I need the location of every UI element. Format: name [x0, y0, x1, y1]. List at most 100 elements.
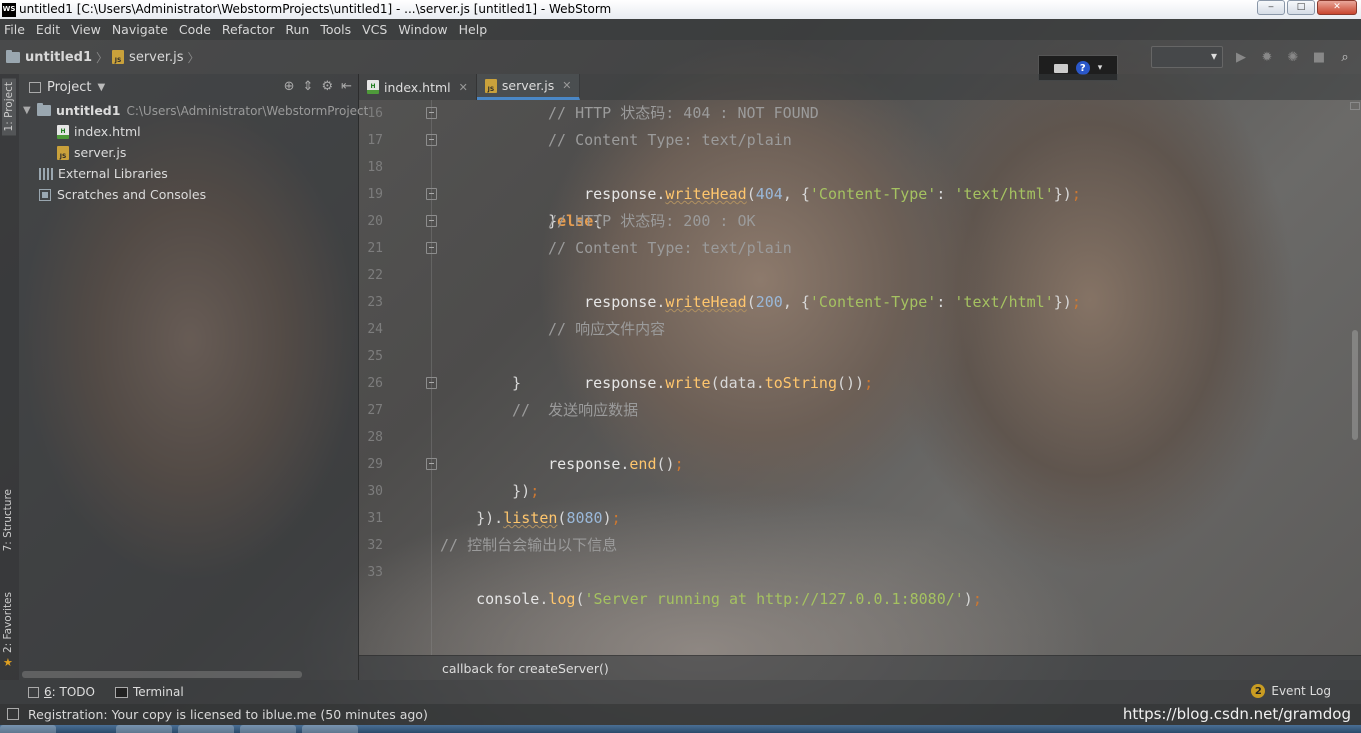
code-line-33: console.log('Server running at http://12…	[440, 559, 982, 608]
collapse-all-icon[interactable]: ⇕	[303, 79, 314, 94]
line-number: 32	[367, 538, 383, 553]
tab-favorites-tool[interactable]: 2: Favorites	[2, 592, 14, 653]
code-token: 'Server running at http://127.0.0.1:8080…	[584, 590, 964, 608]
tree-external-libraries[interactable]: External Libraries	[39, 163, 168, 184]
code-token: 'text/html'	[954, 185, 1054, 203]
project-tool-window: Project ▼ ⊕ ⇕ ⚙ ⇤ ▼ untitled1 C:\Users\A…	[19, 74, 368, 680]
stop-icon[interactable]: ■	[1311, 49, 1327, 65]
code-line-28: response.end();	[512, 424, 683, 473]
fold-marker-icon[interactable]	[426, 377, 437, 389]
menu-tools[interactable]: Tools	[320, 22, 351, 37]
close-tab-icon[interactable]: ✕	[459, 81, 468, 94]
menu-navigate[interactable]: Navigate	[112, 22, 168, 37]
help-icon[interactable]: ?	[1075, 61, 1090, 75]
locate-icon[interactable]: ⊕	[284, 79, 295, 94]
breadcrumb[interactable]: callback for createServer()	[442, 661, 609, 676]
folder-icon	[37, 103, 51, 116]
code-line-21: // Content Type: text/plain	[548, 239, 792, 257]
close-button[interactable]: ✕	[1317, 0, 1357, 15]
event-log-label: Event Log	[1271, 684, 1331, 698]
code-token: 200	[755, 293, 783, 311]
close-tab-icon[interactable]: ✕	[562, 79, 571, 92]
menu-code[interactable]: Code	[179, 22, 211, 37]
taskbar-app-button[interactable]	[178, 725, 234, 733]
editor-gutter[interactable]: 16 17 18 19 20 21 22 23 24 25 26 27 28 2…	[359, 100, 439, 655]
todo-tool-button[interactable]: 6: TODO	[28, 685, 95, 699]
fold-marker-icon[interactable]	[426, 242, 437, 254]
keyboard-icon[interactable]	[1053, 63, 1068, 73]
js-file-icon: JS	[57, 145, 69, 160]
line-number: 26	[367, 376, 383, 391]
code-token: ;	[1071, 293, 1081, 311]
tree-scratches-consoles[interactable]: Scratches and Consoles	[39, 184, 206, 205]
chevron-down-icon[interactable]: ▼	[97, 82, 105, 93]
chevron-down-icon[interactable]: ▾	[1098, 63, 1103, 73]
menu-view[interactable]: View	[71, 22, 101, 37]
toggle-tool-windows-icon[interactable]	[7, 708, 19, 720]
terminal-tool-button[interactable]: Terminal	[114, 685, 184, 699]
run-icon[interactable]: ▶	[1233, 49, 1249, 65]
code-token: (data.	[710, 374, 765, 392]
expand-triangle-icon[interactable]: ▼	[23, 105, 37, 116]
code-line-16: // HTTP 状态码: 404 : NOT FOUND	[548, 104, 819, 122]
code-token: (	[575, 590, 585, 608]
menu-file[interactable]: File	[4, 22, 25, 37]
maximize-button[interactable]: □	[1287, 0, 1315, 15]
project-panel-title[interactable]: Project	[47, 80, 91, 95]
taskbar-app-button[interactable]	[116, 725, 172, 733]
menu-edit[interactable]: Edit	[36, 22, 60, 37]
fold-marker-icon[interactable]	[426, 215, 437, 227]
tree-file-server-js[interactable]: JS server.js	[57, 142, 126, 163]
inspection-status-icon[interactable]	[1350, 102, 1360, 110]
search-icon[interactable]: ⌕	[1337, 49, 1353, 65]
code-token: ())	[837, 374, 865, 392]
fold-marker-icon[interactable]	[426, 458, 437, 470]
tree-file-index-html[interactable]: H index.html	[57, 121, 141, 142]
scrollbar-thumb[interactable]	[1352, 330, 1358, 440]
debug-icon[interactable]: ✹	[1259, 49, 1275, 65]
code-editor[interactable]: // HTTP 状态码: 404 : NOT FOUND // Content …	[440, 100, 1340, 655]
tab-server-js[interactable]: JS server.js ✕	[476, 74, 581, 100]
fold-marker-icon[interactable]	[426, 134, 437, 146]
taskbar-app-button[interactable]	[240, 725, 296, 733]
minimize-button[interactable]: ‒	[1257, 0, 1285, 15]
scratches-icon	[39, 188, 51, 201]
code-line-17: // Content Type: text/plain	[548, 131, 792, 149]
star-icon: ★	[3, 656, 13, 669]
nav-project-crumb[interactable]: untitled1	[6, 49, 92, 65]
gear-icon[interactable]: ⚙	[321, 79, 333, 94]
taskbar-start-button[interactable]	[0, 725, 56, 733]
title-bar: WS untitled1 [C:\Users\Administrator\Web…	[0, 0, 1361, 19]
fold-marker-icon[interactable]	[426, 188, 437, 200]
tab-index-html[interactable]: H index.html ✕	[359, 74, 477, 100]
nav-file-crumb[interactable]: JS server.js	[112, 49, 184, 65]
watermark-text: https://blog.csdn.net/gramdog	[1122, 705, 1351, 723]
hide-panel-icon[interactable]: ⇤	[341, 79, 352, 94]
tree-item-label: External Libraries	[58, 166, 168, 181]
horizontal-scrollbar[interactable]	[22, 671, 302, 678]
code-token: console	[476, 590, 540, 608]
run-configuration-select[interactable]	[1151, 46, 1223, 68]
coverage-icon[interactable]: ✺	[1285, 49, 1301, 65]
tab-structure-tool[interactable]: 7: Structure	[2, 489, 14, 551]
code-line-22: response.writeHead(200, {'Content-Type':…	[548, 262, 1081, 311]
tree-root-untitled1[interactable]: ▼ untitled1 C:\Users\Administrator\Webst…	[23, 100, 368, 121]
menu-run[interactable]: Run	[285, 22, 309, 37]
tab-project-tool[interactable]: 1: Project	[2, 78, 16, 136]
line-number: 29	[367, 457, 383, 472]
html-file-icon: H	[57, 124, 69, 139]
event-log-button[interactable]: 2 Event Log	[1251, 684, 1331, 698]
taskbar-app-button[interactable]	[302, 725, 358, 733]
fold-marker-icon[interactable]	[426, 107, 437, 119]
editor-vertical-scrollbar[interactable]	[1349, 100, 1361, 655]
terminal-icon	[114, 686, 128, 698]
menu-refactor[interactable]: Refactor	[222, 22, 274, 37]
menu-vcs[interactable]: VCS	[362, 22, 387, 37]
code-token: listen	[503, 509, 558, 527]
html-file-icon: H	[367, 80, 379, 94]
code-token: 'Content-Type'	[809, 293, 937, 311]
code-token: 8080	[566, 509, 603, 527]
menu-help[interactable]: Help	[459, 22, 488, 37]
nav-file-label: server.js	[129, 49, 184, 65]
menu-window[interactable]: Window	[398, 22, 447, 37]
